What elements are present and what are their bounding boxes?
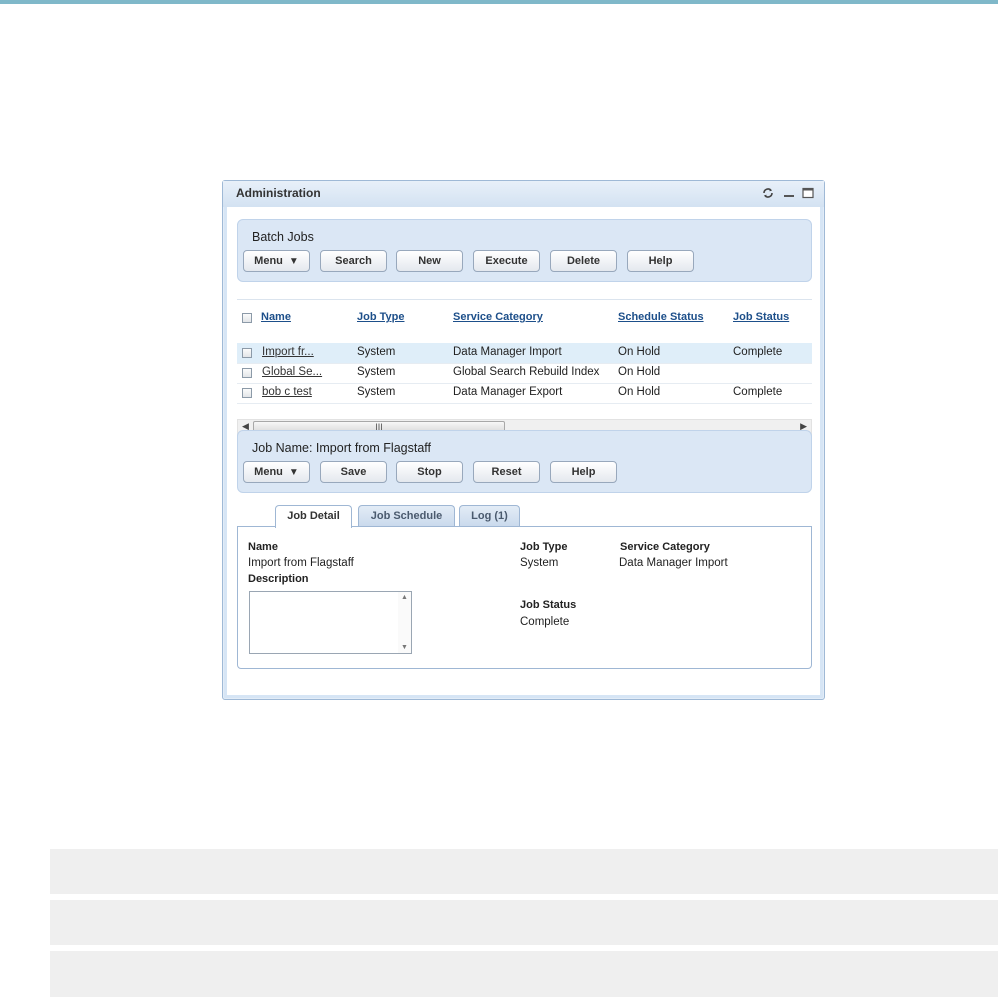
search-button[interactable]: Search	[320, 250, 387, 272]
job-detail-content: Name Import from Flagstaff Description ▲…	[237, 526, 812, 669]
reset-button[interactable]: Reset	[473, 461, 540, 483]
scroll-down-icon[interactable]: ▼	[401, 644, 408, 651]
footer-bar	[50, 951, 998, 997]
row-name-link[interactable]: Global Se...	[262, 366, 322, 378]
job-detail-panel: Job Name: Import from Flagstaff Menu ▼ Sa…	[237, 430, 812, 493]
description-scrollbar[interactable]: ▲ ▼	[398, 592, 411, 653]
description-textarea[interactable]: ▲ ▼	[249, 591, 412, 654]
name-label: Name	[248, 541, 278, 553]
description-label: Description	[248, 573, 309, 585]
top-accent-bar	[0, 0, 998, 4]
row-job-type: System	[357, 346, 396, 358]
maximize-icon[interactable]	[802, 187, 814, 199]
job-menu-label: Menu	[254, 466, 283, 478]
new-button[interactable]: New	[396, 250, 463, 272]
column-service-category[interactable]: Service Category	[453, 311, 543, 323]
scroll-up-icon[interactable]: ▲	[401, 594, 408, 601]
row-job-status: Complete	[733, 386, 783, 398]
batch-jobs-title: Batch Jobs	[252, 230, 314, 244]
select-all-checkbox[interactable]	[242, 313, 252, 323]
save-button[interactable]: Save	[320, 461, 387, 483]
menu-dropdown-icon: ▼	[288, 467, 299, 478]
row-schedule-status: On Hold	[618, 386, 661, 398]
column-schedule-status[interactable]: Schedule Status	[618, 311, 704, 323]
job-name-title: Job Name: Import from Flagstaff	[252, 441, 431, 455]
execute-button[interactable]: Execute	[473, 250, 540, 272]
row-service-category: Data Manager Export	[453, 386, 563, 398]
table-row[interactable]: Global Se... System Global Search Rebuil…	[237, 363, 812, 384]
portlet-body: Batch Jobs Menu ▼ Search New Execute Dele…	[227, 207, 820, 695]
row-schedule-status: On Hold	[618, 346, 661, 358]
job-type-value: System	[520, 557, 559, 569]
job-menu-button[interactable]: Menu ▼	[243, 461, 310, 483]
row-job-type: System	[357, 386, 396, 398]
job-status-value: Complete	[520, 616, 570, 628]
footer-bar	[50, 900, 998, 945]
portlet-title: Administration	[236, 186, 321, 200]
row-checkbox[interactable]	[242, 368, 252, 378]
grid-header: Name Job Type Service Category Schedule …	[237, 300, 812, 340]
batch-help-button[interactable]: Help	[627, 250, 694, 272]
row-schedule-status: On Hold	[618, 366, 661, 378]
row-checkbox[interactable]	[242, 388, 252, 398]
batch-menu-label: Menu	[254, 255, 283, 267]
column-job-type[interactable]: Job Type	[357, 311, 404, 323]
service-category-value: Data Manager Import	[619, 557, 728, 569]
row-job-type: System	[357, 366, 396, 378]
row-service-category: Global Search Rebuild Index	[453, 366, 600, 378]
footer-bar	[50, 849, 998, 894]
row-checkbox[interactable]	[242, 348, 252, 358]
refresh-icon[interactable]	[762, 187, 774, 199]
stop-button[interactable]: Stop	[396, 461, 463, 483]
portlet-header: Administration	[223, 181, 824, 207]
service-category-label: Service Category	[620, 541, 710, 553]
delete-button[interactable]: Delete	[550, 250, 617, 272]
row-service-category: Data Manager Import	[453, 346, 562, 358]
menu-dropdown-icon: ▼	[288, 256, 299, 267]
job-status-label: Job Status	[520, 599, 577, 611]
minimize-icon[interactable]	[783, 187, 795, 199]
column-name[interactable]: Name	[261, 311, 291, 323]
row-name-link[interactable]: bob c test	[262, 386, 312, 398]
batch-jobs-grid: Name Job Type Service Category Schedule …	[237, 299, 812, 408]
table-row[interactable]: bob c test System Data Manager Export On…	[237, 383, 812, 404]
column-job-status[interactable]: Job Status	[733, 311, 789, 323]
tab-job-detail[interactable]: Job Detail	[275, 505, 352, 528]
job-type-label: Job Type	[520, 541, 568, 553]
tab-job-schedule[interactable]: Job Schedule	[358, 505, 455, 527]
batch-jobs-panel: Batch Jobs Menu ▼ Search New Execute Dele…	[237, 219, 812, 282]
name-value: Import from Flagstaff	[248, 557, 354, 569]
tab-log[interactable]: Log (1)	[459, 505, 520, 527]
table-row[interactable]: Import fr... System Data Manager Import …	[237, 343, 812, 364]
job-help-button[interactable]: Help	[550, 461, 617, 483]
row-name-link[interactable]: Import fr...	[262, 346, 314, 358]
row-job-status: Complete	[733, 346, 783, 358]
administration-portlet: Administration Batch Jobs Menu ▼ Search N…	[222, 180, 825, 700]
batch-menu-button[interactable]: Menu ▼	[243, 250, 310, 272]
